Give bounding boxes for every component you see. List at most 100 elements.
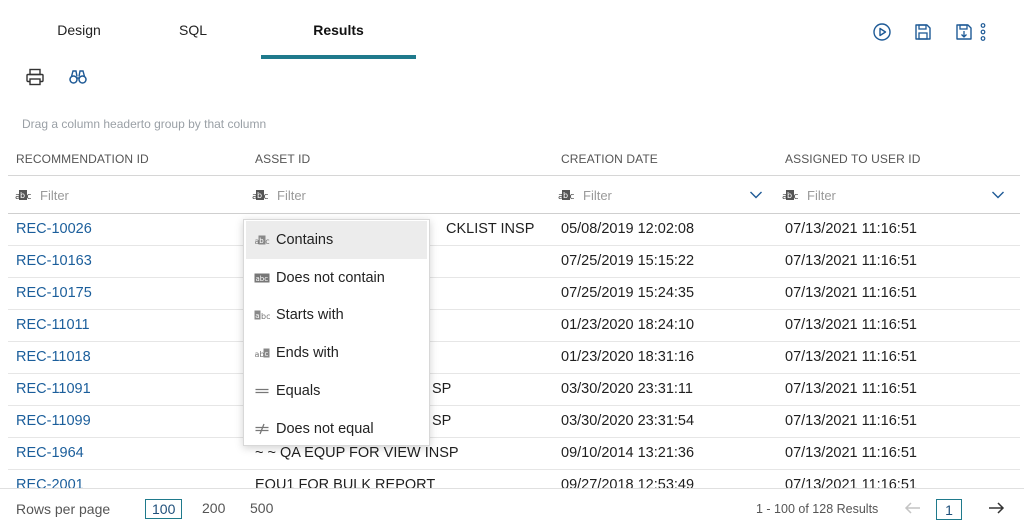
assigned-user-cell: 07/13/2021 11:16:51 xyxy=(785,381,917,397)
chevron-down-icon[interactable] xyxy=(749,188,763,202)
filter-asset-id[interactable]: abc Filter xyxy=(251,176,306,214)
results-grid: RECOMMENDATION ID ASSET ID CREATION DATE… xyxy=(8,142,1020,488)
table-row[interactable]: REC-10163 07/25/2019 15:15:22 07/13/2021… xyxy=(8,246,1020,278)
menu-item-ends-with[interactable]: ab c Ends with xyxy=(244,334,429,372)
recommendation-id-link[interactable]: REC-10175 xyxy=(16,285,92,301)
svg-text:c: c xyxy=(27,192,32,201)
svg-text:b: b xyxy=(257,191,262,200)
recommendation-id-link[interactable]: REC-11099 xyxy=(16,413,91,429)
assigned-user-cell: 07/13/2021 11:16:51 xyxy=(785,221,917,237)
creation-date-cell: 09/10/2014 13:21:36 xyxy=(561,445,695,461)
save-as-icon[interactable] xyxy=(952,20,976,44)
filter-operator-icon[interactable]: abc xyxy=(251,189,269,201)
svg-text:a: a xyxy=(255,312,259,320)
current-page[interactable]: 1 xyxy=(936,499,962,520)
grid-body: REC-10026 CKLIST INSP 05/08/2019 12:02:0… xyxy=(8,214,1020,488)
column-header-recommendation-id[interactable]: RECOMMENDATION ID xyxy=(16,152,149,166)
recommendation-id-link[interactable]: REC-2001 xyxy=(16,477,84,488)
assigned-user-cell: 07/13/2021 11:16:51 xyxy=(785,317,917,333)
recommendation-id-link[interactable]: REC-10163 xyxy=(16,253,92,269)
results-count: 1 - 100 of 128 Results xyxy=(756,502,879,516)
asset-id-cell: SP xyxy=(432,413,452,429)
menu-item-equals[interactable]: Equals xyxy=(244,372,429,410)
creation-date-cell: 07/25/2019 15:24:35 xyxy=(561,285,695,301)
column-header-creation-date[interactable]: CREATION DATE xyxy=(561,152,658,166)
filter-operator-icon[interactable]: abc xyxy=(781,189,799,201)
tab-results[interactable]: Results xyxy=(261,0,416,60)
asset-id-cell: CKLIST INSP xyxy=(446,221,535,237)
group-by-hint: Drag a column headerto group by that col… xyxy=(22,117,267,131)
table-row[interactable]: REC-11099 SP 03/30/2020 23:31:54 07/13/2… xyxy=(8,406,1020,438)
creation-date-cell: 03/30/2020 23:31:11 xyxy=(561,381,693,397)
svg-text:bc: bc xyxy=(261,312,270,321)
recommendation-id-link[interactable]: REC-11011 xyxy=(16,317,90,333)
previous-page-icon[interactable] xyxy=(903,499,923,517)
menu-item-starts-with[interactable]: a bc Starts with xyxy=(244,297,429,335)
creation-date-cell: 07/25/2019 15:15:22 xyxy=(561,253,695,269)
filter-assigned-to-user-id[interactable]: abc Filter xyxy=(781,176,836,214)
recommendation-id-link[interactable]: REC-11091 xyxy=(16,381,91,397)
menu-item-label: Does not contain xyxy=(276,269,385,286)
chevron-down-icon[interactable] xyxy=(991,188,1005,202)
svg-text:b: b xyxy=(563,191,568,200)
save-icon[interactable] xyxy=(911,20,935,44)
column-headers: RECOMMENDATION ID ASSET ID CREATION DATE… xyxy=(8,142,1020,176)
contains-icon: abc xyxy=(254,234,270,246)
filter-creation-date[interactable]: abc Filter xyxy=(557,176,612,214)
filter-recommendation-id[interactable]: abc Filter xyxy=(14,176,69,214)
filter-input[interactable]: Filter xyxy=(807,188,836,203)
table-row[interactable]: REC-10026 CKLIST INSP 05/08/2019 12:02:0… xyxy=(8,214,1020,246)
recommendation-id-link[interactable]: REC-11018 xyxy=(16,349,91,365)
svg-text:c: c xyxy=(264,192,269,201)
filter-input[interactable]: Filter xyxy=(40,188,69,203)
assigned-user-cell: 07/13/2021 11:16:51 xyxy=(785,445,917,461)
menu-item-label: Ends with xyxy=(276,345,339,362)
find-icon[interactable] xyxy=(67,66,89,88)
filter-row: abc Filter abc Filter abc Filter abc Fil… xyxy=(8,176,1020,214)
column-header-asset-id[interactable]: ASSET ID xyxy=(255,152,310,166)
table-row[interactable]: REC-1964 ~ ~ QA EQUP FOR VIEW INSP 09/10… xyxy=(8,438,1020,470)
rows-per-page-200[interactable]: 200 xyxy=(196,499,231,517)
table-row[interactable]: REC-10175 07/25/2019 15:24:35 07/13/2021… xyxy=(8,278,1020,310)
table-row[interactable]: REC-11011 01/23/2020 18:24:10 07/13/2021… xyxy=(8,310,1020,342)
assigned-user-cell: 07/13/2021 11:16:51 xyxy=(785,349,917,365)
tab-design[interactable]: Design xyxy=(0,0,158,60)
creation-date-cell: 03/30/2020 23:31:54 xyxy=(561,413,695,429)
menu-item-does-not-equal[interactable]: Does not equal xyxy=(244,410,429,448)
column-header-assigned-to-user-id[interactable]: ASSIGNED TO USER ID xyxy=(785,152,921,166)
recommendation-id-link[interactable]: REC-1964 xyxy=(16,445,84,461)
table-row[interactable]: REC-2001 EQU1 FOR BULK REPORT 09/27/2018… xyxy=(8,470,1020,488)
creation-date-cell: 05/08/2019 12:02:08 xyxy=(561,221,695,237)
filter-operator-icon[interactable]: abc xyxy=(557,189,575,201)
menu-item-contains[interactable]: abc Contains xyxy=(246,221,427,259)
svg-text:b: b xyxy=(787,191,792,200)
print-icon[interactable] xyxy=(24,66,46,88)
next-page-icon[interactable] xyxy=(986,499,1006,517)
filter-operator-menu: abc Contains abc Does not contain a bc St… xyxy=(243,219,430,446)
asset-id-cell: EQU1 FOR BULK REPORT xyxy=(255,477,436,488)
assigned-user-cell: 07/13/2021 11:16:51 xyxy=(785,477,917,488)
svg-text:c: c xyxy=(265,237,269,246)
svg-text:c: c xyxy=(570,192,575,201)
filter-operator-icon[interactable]: abc xyxy=(14,189,32,201)
menu-item-does-not-contain[interactable]: abc Does not contain xyxy=(244,259,429,297)
run-icon[interactable] xyxy=(870,20,894,44)
grid-toolbar xyxy=(24,66,110,88)
filter-input[interactable]: Filter xyxy=(277,188,306,203)
pager: Rows per page 100 200 500 1 - 100 of 128… xyxy=(0,488,1024,526)
table-row[interactable]: REC-11091 SP 03/30/2020 23:31:11 07/13/2… xyxy=(8,374,1020,406)
more-icon[interactable] xyxy=(978,20,988,44)
svg-text:abc: abc xyxy=(256,275,269,283)
rows-per-page-100[interactable]: 100 xyxy=(145,499,183,519)
recommendation-id-link[interactable]: REC-10026 xyxy=(16,221,92,237)
ends-with-icon: ab c xyxy=(254,347,270,359)
table-row[interactable]: REC-11018 01/23/2020 18:31:16 07/13/2021… xyxy=(8,342,1020,374)
starts-with-icon: a bc xyxy=(254,309,270,321)
assigned-user-cell: 07/13/2021 11:16:51 xyxy=(785,253,917,269)
menu-item-label: Contains xyxy=(276,231,334,248)
menu-item-label: Does not equal xyxy=(276,420,374,437)
filter-input[interactable]: Filter xyxy=(583,188,612,203)
svg-text:b: b xyxy=(20,191,25,200)
tab-sql[interactable]: SQL xyxy=(158,0,228,60)
rows-per-page-500[interactable]: 500 xyxy=(244,499,279,517)
